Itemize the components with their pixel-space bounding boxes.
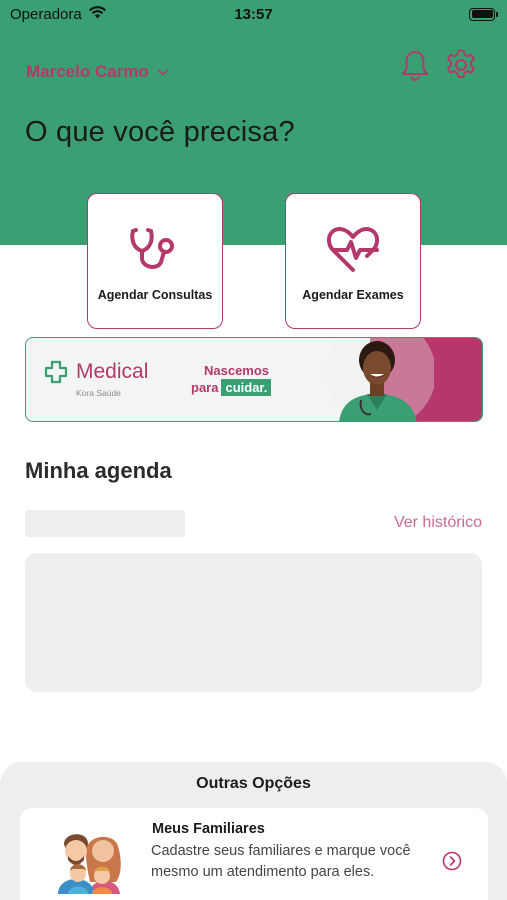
status-bar: Operadora 13:57 <box>0 0 507 28</box>
view-history-link[interactable]: Ver histórico <box>394 514 482 532</box>
nurse-photo <box>326 338 434 421</box>
stethoscope-icon <box>130 228 174 269</box>
chevron-down-icon <box>157 63 169 81</box>
medical-cross-icon <box>44 360 68 384</box>
settings-button[interactable] <box>443 46 479 84</box>
family-members-description: Cadastre seus familiares e marque você m… <box>151 843 411 880</box>
other-options-title: Outras Opções <box>196 775 311 792</box>
family-members-option[interactable]: Meus Familiares Cadastre seus familiares… <box>20 808 488 900</box>
schedule-appointments-label: Agendar Consultas <box>97 288 213 302</box>
agenda-loading-placeholder <box>25 510 185 537</box>
banner-tagline-highlight: cuidar. <box>221 379 272 396</box>
banner-logo: Medical <box>44 360 148 384</box>
agenda-title: Minha agenda <box>25 458 172 483</box>
banner-tagline-1: Nascemos <box>204 363 270 378</box>
schedule-appointments-button[interactable]: Agendar Consultas <box>87 193 223 329</box>
wifi-icon <box>88 5 106 23</box>
schedule-exams-button[interactable]: Agendar Exames <box>285 193 421 329</box>
promo-banner[interactable]: Medical Kora Saúde Nascemos para cuidar. <box>25 337 483 422</box>
banner-brand-sub: Kora Saúde <box>76 388 121 398</box>
clock: 13:57 <box>234 5 273 23</box>
carrier-label: Operadora <box>10 5 82 23</box>
user-selector[interactable]: Marcelo Carmo <box>26 62 169 82</box>
family-members-title: Meus Familiares <box>152 821 265 837</box>
schedule-exams-label: Agendar Exames <box>302 288 404 302</box>
heart-pulse-icon <box>326 227 380 272</box>
bell-icon <box>402 51 428 81</box>
page-title: O que você precisa? <box>25 116 295 148</box>
gear-icon <box>447 49 475 78</box>
appointment-card-placeholder <box>25 553 482 692</box>
family-illustration <box>58 834 121 894</box>
banner-brand: Medical <box>76 360 149 383</box>
battery-icon <box>469 7 498 21</box>
notifications-button[interactable] <box>397 46 433 84</box>
banner-tagline-2: para cuidar. <box>191 379 272 396</box>
user-name: Marcelo Carmo <box>26 62 149 81</box>
chevron-right-circle-icon <box>442 851 462 871</box>
